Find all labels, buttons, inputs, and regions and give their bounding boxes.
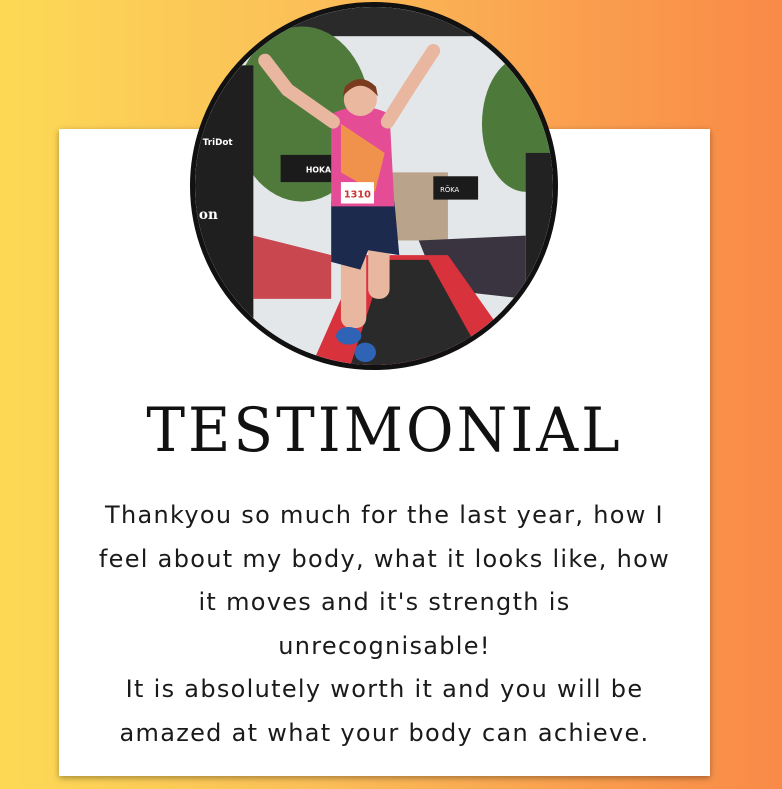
- sign-tridot: TriDot: [203, 138, 233, 148]
- quote-line: amazed at what your body can achieve.: [119, 718, 650, 747]
- quote-line: it moves and it's strength is: [198, 588, 571, 616]
- quote-line: feel about my body, what it looks like, …: [98, 544, 671, 573]
- sign-on: on: [199, 207, 218, 223]
- quote-line: unrecognisable!: [278, 631, 491, 660]
- sign-roka: RŌKA: [440, 185, 459, 194]
- quote-line: Thankyou so much for the last year, how …: [105, 501, 664, 529]
- testimonial-quote: Thankyou so much for the last year, how …: [59, 494, 710, 755]
- runner-photo: TriDot on HOKA RŌKA 1310: [190, 2, 558, 370]
- page-title: TESTIMONIAL: [146, 394, 623, 466]
- sign-hoka: HOKA: [306, 165, 331, 174]
- quote-line: It is absolutely worth it and you will b…: [125, 675, 644, 703]
- race-bib: 1310: [344, 190, 371, 201]
